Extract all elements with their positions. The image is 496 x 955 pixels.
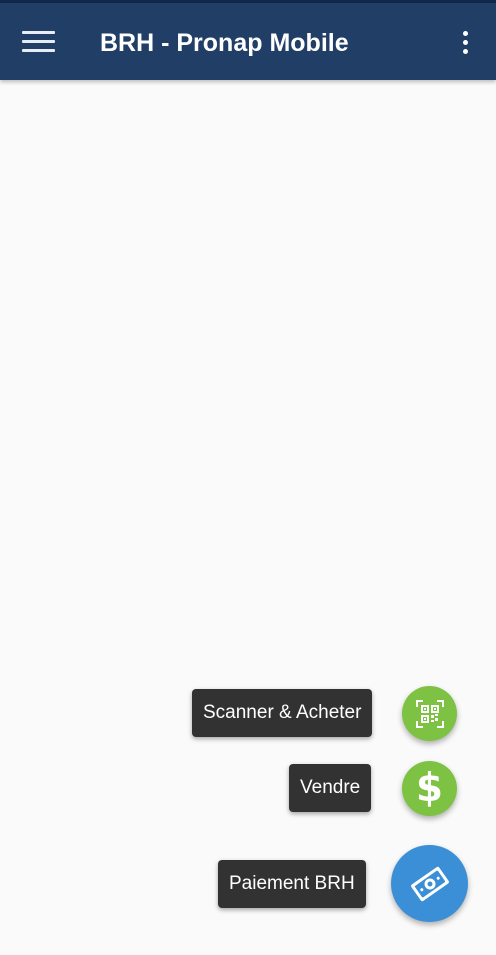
hamburger-menu-icon[interactable] [14,21,62,61]
dollar-icon: $ [415,766,444,811]
sell-button[interactable]: $ [402,761,457,816]
scan-and-buy-button[interactable] [402,686,457,741]
app-title: BRH - Pronap Mobile [100,29,349,57]
main-content [0,80,496,955]
sell-label[interactable]: Vendre [289,764,372,812]
more-vert-icon[interactable] [450,25,480,61]
scan-and-buy-label[interactable]: Scanner & Acheter [192,689,373,737]
qr-code-scan-icon [415,699,444,728]
brh-payment-button[interactable] [391,845,468,922]
brh-payment-label[interactable]: Paiement BRH [218,860,366,908]
money-payment-icon [410,866,449,901]
app-bar: BRH - Pronap Mobile [0,3,496,80]
